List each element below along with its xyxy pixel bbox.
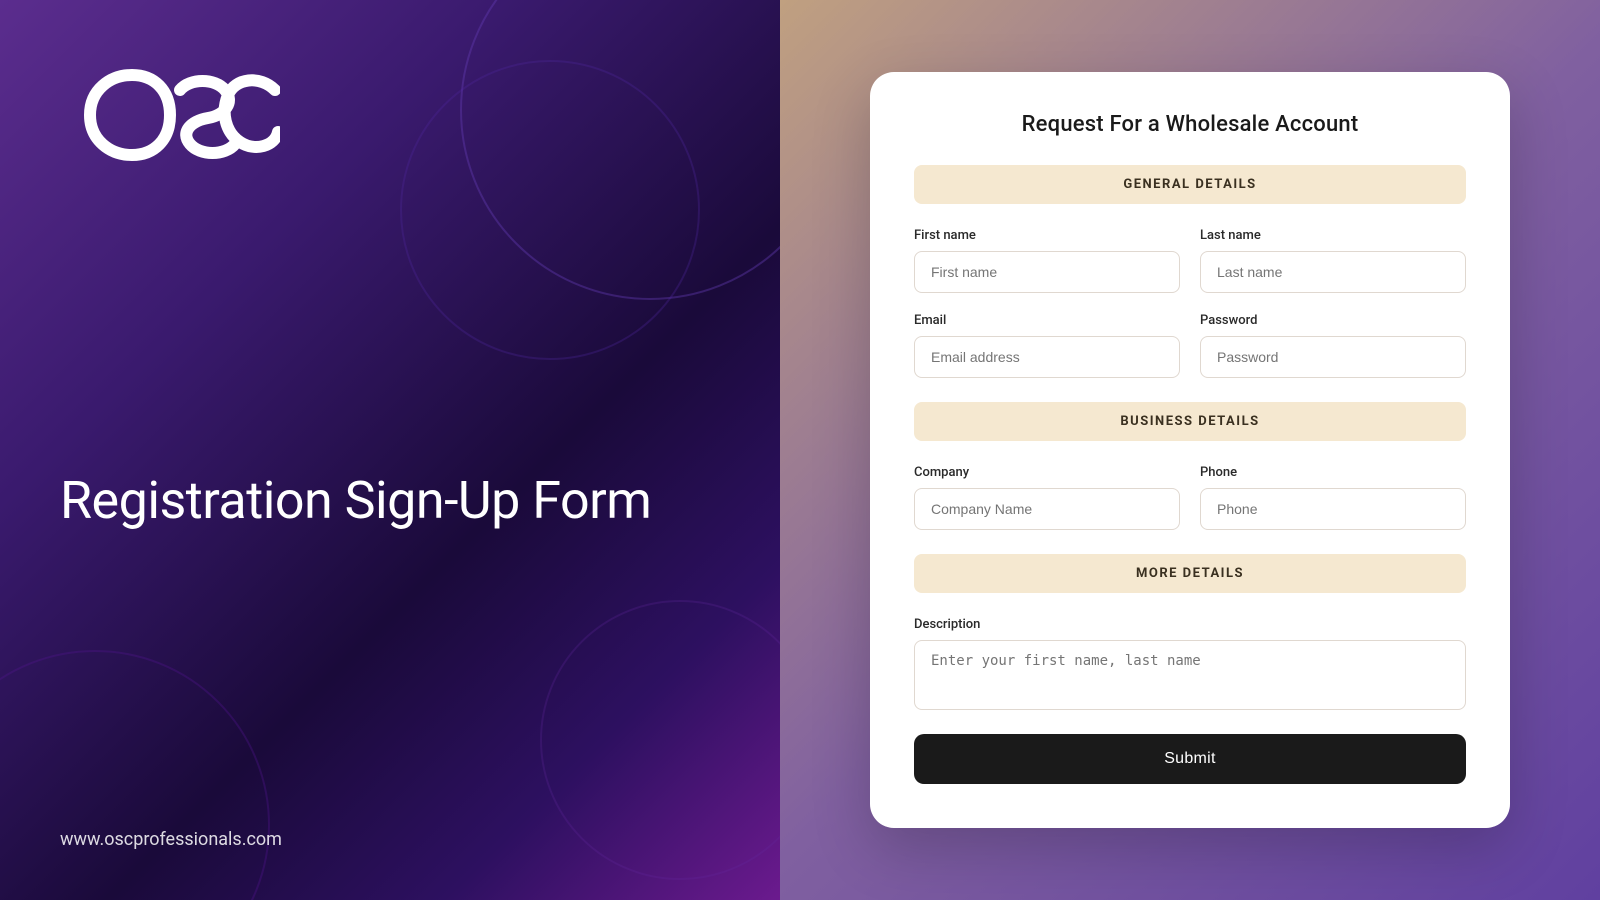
description-textarea[interactable] bbox=[914, 640, 1466, 710]
first-name-input[interactable] bbox=[914, 251, 1180, 293]
last-name-label: Last name bbox=[1200, 228, 1466, 243]
password-group: Password bbox=[1200, 313, 1466, 378]
submit-button[interactable]: Submit bbox=[914, 734, 1466, 784]
description-label: Description bbox=[914, 617, 1466, 632]
email-group: Email bbox=[914, 313, 1180, 378]
phone-input[interactable] bbox=[1200, 488, 1466, 530]
tagline: Registration Sign-Up Form bbox=[60, 470, 720, 532]
website-url: www.oscprofessionals.com bbox=[60, 829, 720, 850]
company-label: Company bbox=[914, 465, 1180, 480]
password-label: Password bbox=[1200, 313, 1466, 328]
email-password-row: Email Password bbox=[914, 313, 1466, 378]
form-card: Request For a Wholesale Account GENERAL … bbox=[870, 72, 1510, 828]
company-group: Company bbox=[914, 465, 1180, 530]
left-panel: Registration Sign-Up Form www.oscprofess… bbox=[0, 0, 780, 900]
password-input[interactable] bbox=[1200, 336, 1466, 378]
form-title: Request For a Wholesale Account bbox=[914, 112, 1466, 137]
email-label: Email bbox=[914, 313, 1180, 328]
phone-group: Phone bbox=[1200, 465, 1466, 530]
first-name-label: First name bbox=[914, 228, 1180, 243]
name-row: First name Last name bbox=[914, 228, 1466, 293]
general-details-header: GENERAL DETAILS bbox=[914, 165, 1466, 204]
logo-container bbox=[60, 60, 720, 174]
email-input[interactable] bbox=[914, 336, 1180, 378]
business-details-header: BUSINESS DETAILS bbox=[914, 402, 1466, 441]
phone-label: Phone bbox=[1200, 465, 1466, 480]
last-name-input[interactable] bbox=[1200, 251, 1466, 293]
description-group: Description bbox=[914, 617, 1466, 710]
company-input[interactable] bbox=[914, 488, 1180, 530]
more-details-header: MORE DETAILS bbox=[914, 554, 1466, 593]
last-name-group: Last name bbox=[1200, 228, 1466, 293]
osc-logo bbox=[60, 60, 280, 170]
left-content: Registration Sign-Up Form bbox=[60, 470, 720, 532]
company-phone-row: Company Phone bbox=[914, 465, 1466, 530]
decorative-circle-3 bbox=[0, 650, 270, 900]
first-name-group: First name bbox=[914, 228, 1180, 293]
right-panel: Request For a Wholesale Account GENERAL … bbox=[780, 0, 1600, 900]
